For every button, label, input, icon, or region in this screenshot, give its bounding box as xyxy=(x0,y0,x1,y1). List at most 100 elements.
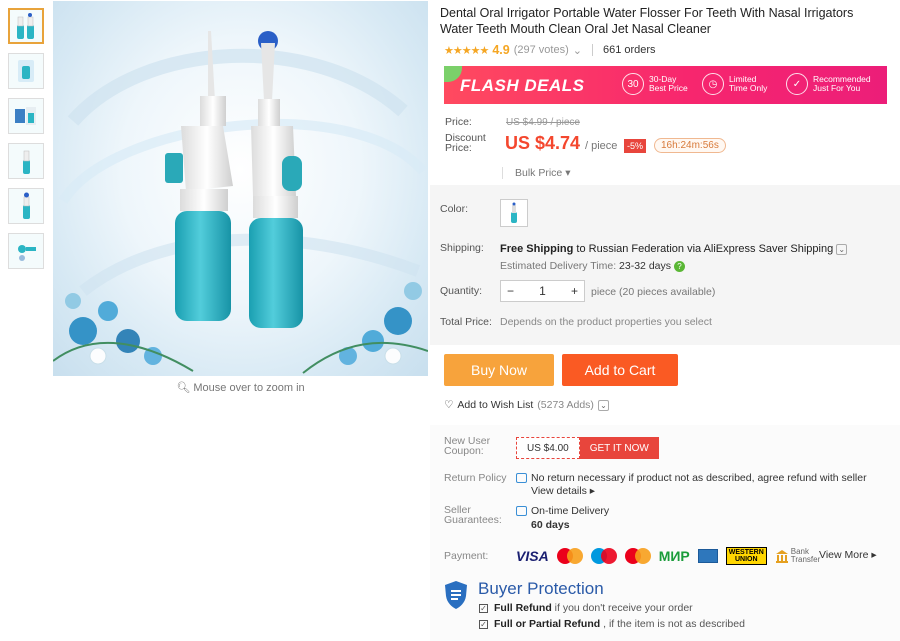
view-details-link[interactable]: View details xyxy=(531,485,587,497)
refund-text: if you don't receive your order xyxy=(551,602,693,614)
amex-icon xyxy=(697,549,718,563)
shipping-destination: to Russian Federation via AliExpress Sav… xyxy=(573,243,837,255)
western-union-icon: WESTERN UNION xyxy=(725,547,767,565)
return-policy-text: No return necessary if product not as de… xyxy=(531,472,867,484)
shipping-info[interactable]: Free Shipping to Russian Federation via … xyxy=(500,243,848,255)
on-time-delivery: On-time Delivery xyxy=(531,505,610,517)
chevron-down-icon[interactable]: ⌄ xyxy=(573,44,582,57)
main-product-image[interactable] xyxy=(53,1,428,376)
rating-row: ★★★★★ 4.9 (297 votes) ⌄ 661 orders xyxy=(444,43,656,57)
color-label: Color: xyxy=(440,203,469,215)
thumbnail-6[interactable] xyxy=(8,233,44,269)
coupon-amount: US $4.00 xyxy=(516,437,580,459)
bank-line: Transfer xyxy=(790,555,821,564)
return-icon xyxy=(516,473,527,484)
zoom-hint: 🔍︎ Mouse over to zoom in xyxy=(53,381,428,394)
thumbs-up-icon: ✓ xyxy=(786,73,808,95)
current-price: US $4.74 xyxy=(505,133,581,153)
coupon-label: New User Coupon: xyxy=(444,436,490,457)
thumbnail-5[interactable] xyxy=(8,188,44,224)
caret-right-icon: ▸ xyxy=(586,485,596,497)
discount-price-label: Discount Price: xyxy=(445,133,486,154)
thumbnail-1[interactable] xyxy=(8,8,44,44)
return-policy: No return necessary if product not as de… xyxy=(516,472,886,498)
thumbnail-strip xyxy=(8,8,46,278)
feature-best-price: 30 30-Day Best Price xyxy=(622,73,688,95)
maestro-icon xyxy=(590,548,617,564)
bulk-price-dropdown[interactable]: Bulk Price ▾ xyxy=(502,167,570,179)
payment-label: Payment: xyxy=(444,550,489,562)
caret-down-icon: ▾ xyxy=(565,167,571,179)
buyer-protection-title: Buyer Protection xyxy=(478,579,604,598)
payment-methods: VISA МИР WESTERN UNION Bank Transfer xyxy=(516,547,820,565)
visa-icon: VISA xyxy=(516,548,549,564)
caret-right-icon: ▸ xyxy=(868,549,877,561)
votes-count[interactable]: (297 votes) xyxy=(514,44,569,56)
star-rating-icon: ★★★★★ xyxy=(444,44,489,57)
thumbnail-2[interactable] xyxy=(8,53,44,89)
check-icon: ✓ xyxy=(479,603,488,613)
thumbnail-3[interactable] xyxy=(8,98,44,134)
total-price-note: Depends on the product properties you se… xyxy=(500,316,712,328)
orders-count: 661 orders xyxy=(602,44,656,56)
price-label: Price: xyxy=(445,116,472,128)
quantity-stepper: − 1 + xyxy=(500,280,585,302)
truck-icon xyxy=(516,506,527,517)
get-it-now-button[interactable]: GET IT NOW xyxy=(579,437,659,459)
divider xyxy=(591,44,593,56)
bank-transfer-icon: Bank Transfer xyxy=(775,548,821,564)
plus-icon[interactable]: + xyxy=(571,284,578,298)
product-detail-panel: Dental Oral Irrigator Portable Water Flo… xyxy=(430,0,900,641)
shield-icon xyxy=(444,580,468,613)
feature-line: Just For You xyxy=(813,83,861,93)
flash-deals-banner: FLASH DEALS 30 30-Day Best Price ◷ Limite… xyxy=(444,66,887,104)
add-to-wish-list[interactable]: ♡ Add to Wish List (5273 Adds) ⌄ xyxy=(444,399,609,411)
zoom-hint-text: Mouse over to zoom in xyxy=(193,382,305,394)
feature-line: Best Price xyxy=(649,83,688,93)
mir-icon: МИР xyxy=(658,548,690,564)
protection-partial-refund: ✓ Full or Partial Refund , if the item is… xyxy=(479,618,745,630)
delivery-days: 60 days xyxy=(531,519,570,531)
color-swatch[interactable] xyxy=(500,199,528,227)
minus-icon[interactable]: − xyxy=(507,284,514,298)
calendar-30-icon: 30 xyxy=(622,73,644,95)
chevron-down-icon[interactable]: ⌄ xyxy=(597,399,609,411)
new-user-coupon: US $4.00 GET IT NOW xyxy=(516,437,659,459)
wu-line: WESTERN xyxy=(728,549,764,556)
protection-full-refund: ✓ Full Refund if you don't receive your o… xyxy=(479,602,693,614)
view-more-label: View More xyxy=(819,549,869,561)
add-to-cart-button[interactable]: Add to Cart xyxy=(562,354,678,386)
flash-deals-title: FLASH DEALS xyxy=(460,76,585,95)
view-more-link[interactable]: View More ▸ xyxy=(819,549,877,561)
total-price-label: Total Price: xyxy=(440,316,492,328)
shipping-label: Shipping: xyxy=(440,242,484,254)
wish-label: Add to Wish List xyxy=(457,399,534,411)
product-title: Dental Oral Irrigator Portable Water Flo… xyxy=(440,6,854,36)
wu-line: UNION xyxy=(734,556,758,563)
label-line: Coupon: xyxy=(444,445,484,457)
label-line: Price: xyxy=(445,142,472,154)
refund-title: Full or Partial Refund xyxy=(494,618,601,630)
seller-guarantees: On-time Delivery 60 days xyxy=(516,504,609,532)
eta-label: Estimated Delivery Time: xyxy=(500,260,620,272)
thumbnail-4[interactable] xyxy=(8,143,44,179)
countdown-timer: 16h:24m:56s xyxy=(654,138,726,153)
mastercard-alt-icon xyxy=(624,548,651,564)
free-shipping: Free Shipping xyxy=(500,243,574,255)
bulk-price-label: Bulk Price xyxy=(515,167,563,179)
eta-value: 23-32 days xyxy=(619,260,671,272)
seller-guarantees-label: Seller Guarantees: xyxy=(444,505,502,526)
help-icon[interactable]: ? xyxy=(673,260,685,272)
clock-icon: ◷ xyxy=(702,73,724,95)
quantity-available: piece (20 pieces available) xyxy=(591,286,716,298)
buy-now-button[interactable]: Buy Now xyxy=(444,354,554,386)
heart-icon: ♡ xyxy=(444,399,454,411)
feature-line: Time Only xyxy=(729,83,768,93)
magnifier-icon: 🔍︎ xyxy=(176,382,191,394)
quantity-input[interactable]: 1 xyxy=(539,284,546,298)
delivery-estimate: Estimated Delivery Time: 23-32 days ? xyxy=(500,260,685,272)
chevron-down-icon[interactable]: ⌄ xyxy=(836,243,848,255)
return-policy-label: Return Policy xyxy=(444,472,507,484)
feature-limited-time: ◷ Limited Time Only xyxy=(702,73,767,95)
refund-title: Full Refund xyxy=(494,602,552,614)
